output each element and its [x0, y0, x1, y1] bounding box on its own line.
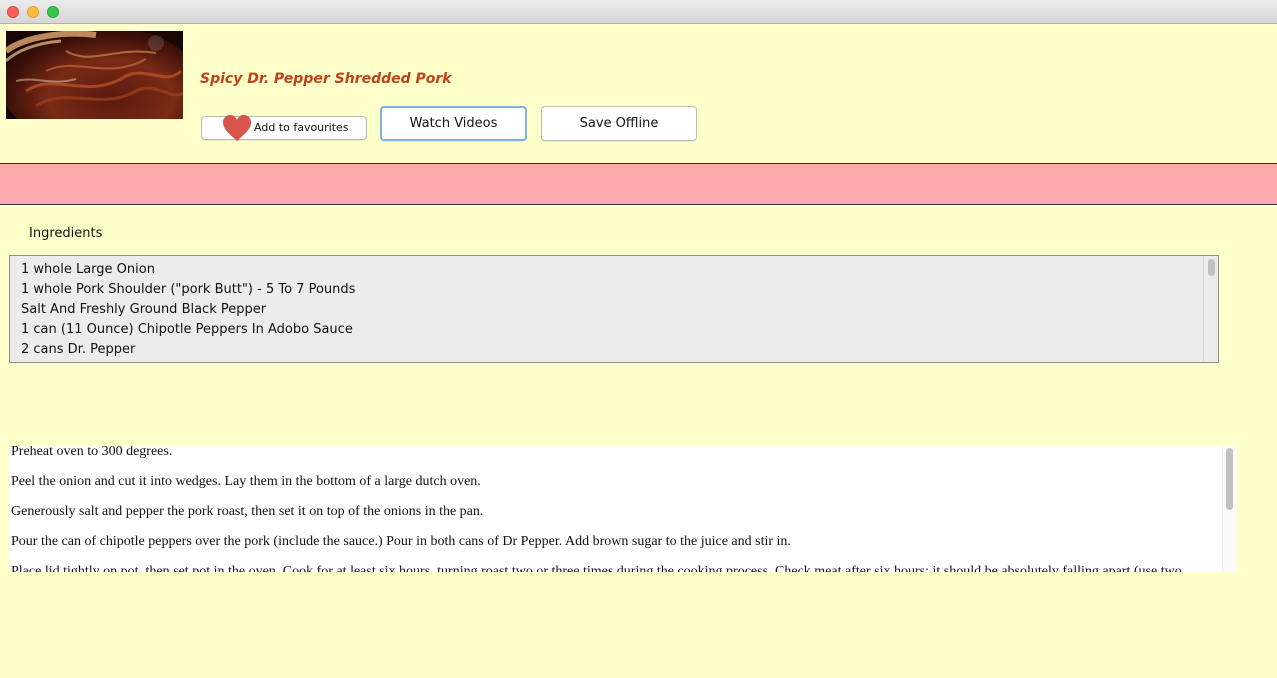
ingredients-heading: Ingredients [29, 226, 103, 241]
ingredients-scrollbar-thumb[interactable] [1208, 259, 1215, 276]
ingredient-item[interactable]: Salt And Freshly Ground Black Pepper [21, 302, 266, 322]
minimize-icon[interactable] [27, 6, 39, 18]
ingredient-item[interactable]: 1 whole Pork Shoulder ("pork Butt") - 5 … [21, 282, 355, 302]
heart-icon [223, 114, 251, 142]
direction-step: Place lid tightly on pot, then set pot i… [11, 564, 1182, 572]
directions-panel[interactable]: Preheat oven to 300 degrees. Peel the on… [9, 446, 1237, 572]
separator-band [0, 163, 1277, 205]
maximize-icon[interactable] [47, 6, 59, 18]
save-offline-button[interactable]: Save Offline [541, 106, 697, 141]
directions-scrollbar[interactable] [1222, 446, 1237, 572]
direction-step: Preheat oven to 300 degrees. [11, 446, 173, 459]
add-to-favourites-button[interactable]: Add to favourites [201, 114, 367, 142]
directions-scrollbar-thumb[interactable] [1226, 448, 1233, 510]
close-icon[interactable] [7, 6, 19, 18]
direction-step: Peel the onion and cut it into wedges. L… [11, 474, 481, 489]
window-title-bar [0, 0, 1277, 24]
ingredient-item[interactable]: 2 cans Dr. Pepper [21, 342, 135, 362]
ingredient-item[interactable]: 1 whole Large Onion [21, 262, 155, 282]
direction-step: Generously salt and pepper the pork roas… [11, 504, 484, 519]
add-to-favourites-label: Add to favourites [254, 121, 349, 134]
watch-videos-button[interactable]: Watch Videos [380, 106, 527, 141]
ingredient-item[interactable]: 1 can (11 Ounce) Chipotle Peppers In Ado… [21, 322, 353, 342]
recipe-title: Spicy Dr. Pepper Shredded Pork [200, 71, 452, 87]
recipe-image [6, 31, 183, 119]
ingredients-scrollbar[interactable] [1203, 256, 1218, 362]
ingredients-list[interactable]: 1 whole Large Onion 1 whole Pork Shoulde… [9, 255, 1219, 363]
direction-step: Pour the can of chipotle peppers over th… [11, 534, 791, 549]
